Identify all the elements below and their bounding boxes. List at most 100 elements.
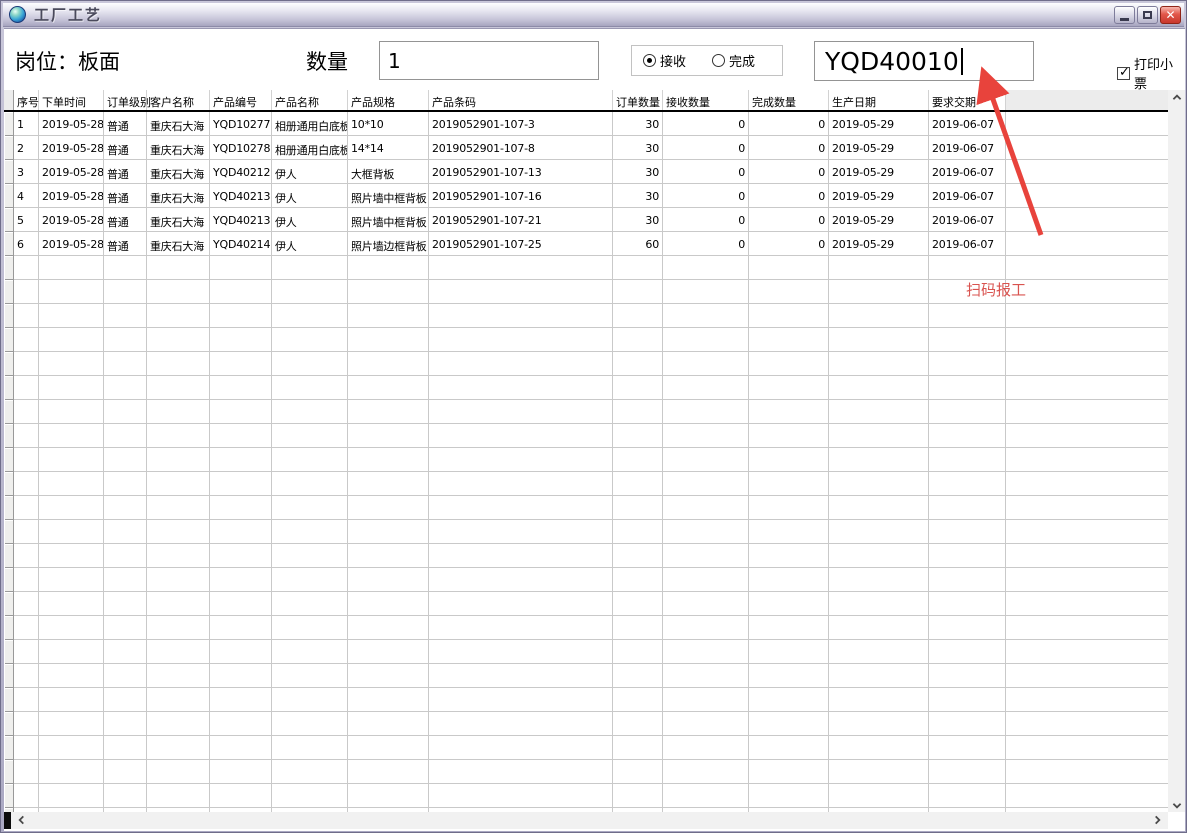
- cell-product_code: YQD10277: [210, 112, 272, 136]
- row-selector-cell[interactable]: [4, 208, 14, 232]
- table-row-empty: [4, 496, 1168, 520]
- cell-order_qty: [613, 304, 663, 328]
- scroll-left-button[interactable]: [13, 813, 30, 827]
- cell-customer: [147, 448, 210, 472]
- row-selector-cell[interactable]: [4, 256, 14, 280]
- title-bar[interactable]: 工厂工艺 ✕: [3, 3, 1184, 27]
- vertical-scrollbar[interactable]: [1168, 90, 1185, 812]
- column-header-order_qty[interactable]: 订单数量: [613, 90, 663, 110]
- radio-complete[interactable]: 完成: [712, 51, 755, 70]
- cell-product_name: [272, 544, 348, 568]
- column-header-product_code[interactable]: 产品编号: [210, 90, 272, 110]
- row-selector-cell[interactable]: [4, 664, 14, 688]
- barcode-input[interactable]: YQD40010: [814, 41, 1034, 81]
- table-row[interactable]: 32019-05-28普通重庆石大海YQD40212伊人大框背板20190529…: [4, 160, 1168, 184]
- cell-order_date: [39, 352, 104, 376]
- column-header-index[interactable]: 序号: [14, 90, 39, 110]
- scroll-thumb[interactable]: [4, 812, 11, 829]
- row-selector-cell[interactable]: [4, 640, 14, 664]
- cell-received_qty: [663, 424, 749, 448]
- cell-order_level: [104, 760, 147, 784]
- cell-filler: [1006, 352, 1168, 376]
- cell-filler: [1006, 592, 1168, 616]
- row-selector-cell[interactable]: [4, 688, 14, 712]
- annotation-label: 扫码报工: [966, 279, 1026, 300]
- table-row[interactable]: 12019-05-28普通重庆石大海YQD10277相册通用白底板10*1020…: [4, 112, 1168, 136]
- column-header-customer[interactable]: 客户名称: [147, 90, 210, 110]
- cell-index: [14, 784, 39, 808]
- table-row-empty: [4, 376, 1168, 400]
- cell-product_barcode: [429, 400, 613, 424]
- column-header-production_date[interactable]: 生产日期: [829, 90, 929, 110]
- maximize-button[interactable]: [1137, 6, 1158, 24]
- print-receipt-option[interactable]: 打印小票: [1117, 54, 1185, 92]
- horizontal-scrollbar[interactable]: [4, 812, 1168, 829]
- cell-product_name: [272, 496, 348, 520]
- cell-index: [14, 592, 39, 616]
- cell-production_date: [829, 256, 929, 280]
- row-selector-cell[interactable]: [4, 592, 14, 616]
- cell-index: [14, 256, 39, 280]
- row-selector-cell[interactable]: [4, 328, 14, 352]
- cell-filler: [1006, 328, 1168, 352]
- row-selector-cell[interactable]: [4, 784, 14, 808]
- table-row[interactable]: 62019-05-28普通重庆石大海YQD40214伊人照片墙边框背板20190…: [4, 232, 1168, 256]
- column-header-received_qty[interactable]: 接收数量: [663, 90, 749, 110]
- cell-index: [14, 376, 39, 400]
- row-selector-cell[interactable]: [4, 424, 14, 448]
- cell-completed_qty: [749, 616, 829, 640]
- cell-received_qty: 0: [663, 136, 749, 160]
- row-selector-cell[interactable]: [4, 736, 14, 760]
- column-header-order_level[interactable]: 订单级别: [104, 90, 147, 110]
- cell-product_barcode: [429, 712, 613, 736]
- cell-order_level: 普通: [104, 136, 147, 160]
- cell-product_code: [210, 640, 272, 664]
- column-header-product_name[interactable]: 产品名称: [272, 90, 348, 110]
- table-row[interactable]: 22019-05-28普通重庆石大海YQD10278相册通用白底板14*1420…: [4, 136, 1168, 160]
- quantity-value: 1: [388, 49, 401, 73]
- row-selector-cell[interactable]: [4, 544, 14, 568]
- cell-product_spec: [348, 664, 429, 688]
- grid-body[interactable]: 12019-05-28普通重庆石大海YQD10277相册通用白底板10*1020…: [4, 112, 1168, 812]
- row-selector-cell[interactable]: [4, 616, 14, 640]
- cell-order_date: [39, 448, 104, 472]
- row-selector-cell[interactable]: [4, 400, 14, 424]
- cell-product_name: [272, 688, 348, 712]
- cell-order_level: [104, 448, 147, 472]
- cell-received_qty: 0: [663, 112, 749, 136]
- row-selector-cell[interactable]: [4, 496, 14, 520]
- row-selector-cell[interactable]: [4, 520, 14, 544]
- row-selector-cell[interactable]: [4, 184, 14, 208]
- radio-receive[interactable]: 接收: [643, 51, 686, 70]
- column-header-product_barcode[interactable]: 产品条码: [429, 90, 613, 110]
- row-selector-cell[interactable]: [4, 376, 14, 400]
- table-row[interactable]: 52019-05-28普通重庆石大海YQD40213伊人照片墙中框背板20190…: [4, 208, 1168, 232]
- scroll-up-button[interactable]: [1168, 90, 1185, 104]
- row-selector-cell[interactable]: [4, 112, 14, 136]
- row-selector-cell[interactable]: [4, 472, 14, 496]
- row-selector-cell[interactable]: [4, 448, 14, 472]
- scroll-down-button[interactable]: [1168, 798, 1185, 812]
- scroll-right-button[interactable]: [1149, 813, 1166, 827]
- row-selector-cell[interactable]: [4, 760, 14, 784]
- column-header-product_spec[interactable]: 产品规格: [348, 90, 429, 110]
- close-button[interactable]: ✕: [1160, 6, 1181, 24]
- table-row-empty: [4, 664, 1168, 688]
- cell-production_date: 2019-05-29: [829, 208, 929, 232]
- table-row[interactable]: 42019-05-28普通重庆石大海YQD40213伊人照片墙中框背板20190…: [4, 184, 1168, 208]
- column-header-due_date[interactable]: 要求交期: [929, 90, 1006, 110]
- row-selector-cell[interactable]: [4, 232, 14, 256]
- column-header-order_date[interactable]: 下单时间: [39, 90, 104, 110]
- quantity-input[interactable]: 1: [379, 41, 599, 80]
- row-selector-cell[interactable]: [4, 568, 14, 592]
- row-selector-cell[interactable]: [4, 136, 14, 160]
- minimize-button[interactable]: [1114, 6, 1135, 24]
- cell-filler: [1006, 712, 1168, 736]
- column-header-completed_qty[interactable]: 完成数量: [749, 90, 829, 110]
- row-selector-cell[interactable]: [4, 280, 14, 304]
- row-selector-cell[interactable]: [4, 712, 14, 736]
- cell-order_level: 普通: [104, 208, 147, 232]
- row-selector-cell[interactable]: [4, 304, 14, 328]
- row-selector-cell[interactable]: [4, 160, 14, 184]
- row-selector-cell[interactable]: [4, 352, 14, 376]
